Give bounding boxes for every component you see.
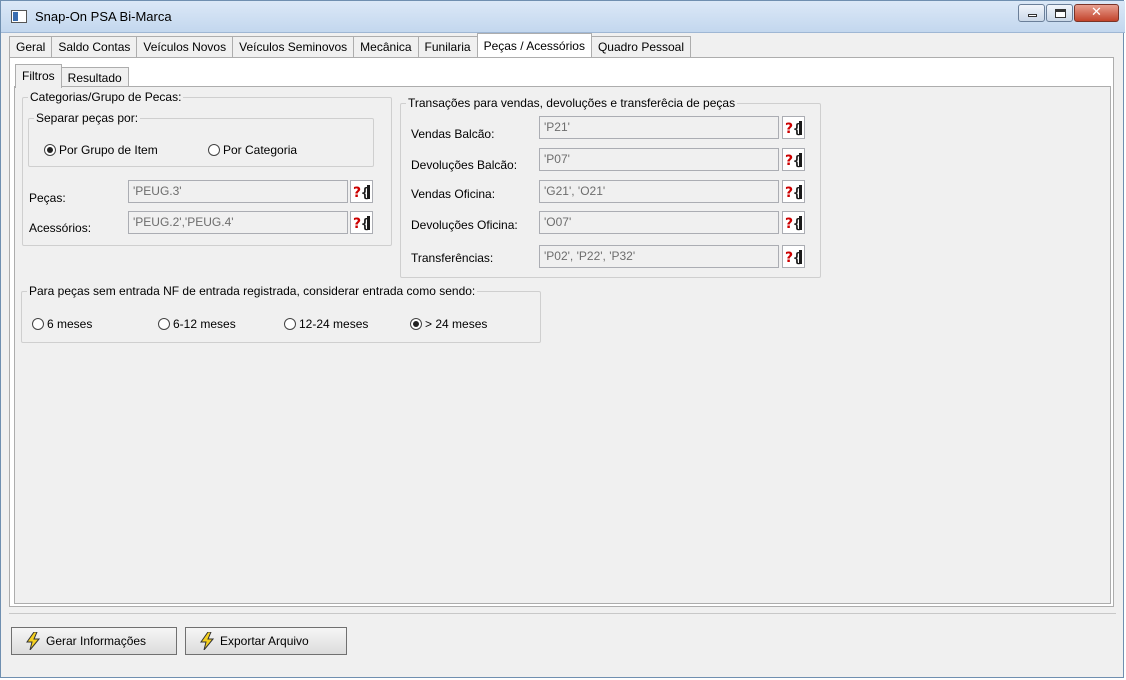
vendas-oficina-label: Vendas Oficina: bbox=[411, 187, 496, 201]
radio-indicator bbox=[284, 318, 296, 330]
radio-indicator bbox=[44, 144, 56, 156]
pecas-label: Peças: bbox=[29, 191, 66, 205]
window-title: Snap-On PSA Bi-Marca bbox=[35, 9, 172, 24]
gerar-informacoes-label: Gerar Informações bbox=[46, 634, 147, 648]
help-lookup-icon: ?{ bbox=[785, 216, 802, 232]
sub-tabs: Filtros Resultado bbox=[15, 64, 129, 88]
vendas-oficina-help-button[interactable]: ?{ bbox=[782, 180, 805, 203]
pecas-field[interactable]: 'PEUG.3' bbox=[128, 180, 348, 203]
tab-funilaria[interactable]: Funilaria bbox=[417, 36, 478, 57]
categorias-legend: Categorias/Grupo de Pecas: bbox=[30, 90, 182, 104]
svg-text:?: ? bbox=[785, 216, 793, 232]
radio-12-24-meses[interactable]: 12-24 meses bbox=[284, 317, 368, 331]
pecas-help-button[interactable]: ?{ bbox=[350, 180, 373, 203]
entrada-nf-legend: Para peças sem entrada NF de entrada reg… bbox=[29, 284, 476, 298]
svg-text:?: ? bbox=[785, 121, 793, 137]
action-bar: Gerar Informações Exportar Arquivo bbox=[9, 613, 1116, 674]
radio-label: 12-24 meses bbox=[299, 317, 369, 331]
filtros-panel: Categorias/Grupo de Pecas: Separar peças… bbox=[14, 86, 1111, 604]
minimize-icon bbox=[1028, 14, 1037, 17]
radio-label: 6 meses bbox=[47, 317, 93, 331]
tab-pecas-acessorios[interactable]: Peças / Acessórios bbox=[476, 33, 592, 57]
acessorios-field[interactable]: 'PEUG.2','PEUG.4' bbox=[128, 211, 348, 234]
devolucoes-balcao-help-button[interactable]: ?{ bbox=[782, 148, 805, 171]
main-tabs: Geral Saldo Contas Veículos Novos Veícul… bbox=[9, 33, 692, 58]
acessorios-help-button[interactable]: ?{ bbox=[350, 211, 373, 234]
maximize-button[interactable] bbox=[1046, 4, 1073, 22]
radio-6-meses[interactable]: 6 meses bbox=[32, 317, 92, 331]
help-lookup-icon: ?{ bbox=[353, 216, 370, 232]
help-lookup-icon: ?{ bbox=[785, 250, 802, 266]
vendas-oficina-field[interactable]: 'G21', 'O21' bbox=[539, 180, 779, 203]
entrada-nf-group: Para peças sem entrada NF de entrada reg… bbox=[21, 284, 541, 343]
exportar-arquivo-button[interactable]: Exportar Arquivo bbox=[185, 627, 347, 655]
transferencias-field[interactable]: 'P02', 'P22', 'P32' bbox=[539, 245, 779, 268]
devolucoes-balcao-label: Devoluções Balcão: bbox=[411, 158, 518, 172]
devolucoes-oficina-field[interactable]: 'O07' bbox=[539, 211, 779, 234]
tab-geral[interactable]: Geral bbox=[9, 36, 53, 57]
lightning-icon bbox=[200, 632, 214, 650]
separar-group: Separar peças por: bbox=[28, 111, 374, 167]
tab-saldo-contas[interactable]: Saldo Contas bbox=[51, 36, 138, 57]
app-window: Snap-On PSA Bi-Marca ✕ Geral Saldo Conta… bbox=[0, 0, 1125, 678]
radio-indicator bbox=[158, 318, 170, 330]
title-bar: Snap-On PSA Bi-Marca ✕ bbox=[1, 1, 1125, 33]
tab-veiculos-novos[interactable]: Veículos Novos bbox=[136, 36, 234, 57]
vendas-balcao-label: Vendas Balcão: bbox=[411, 127, 495, 141]
vendas-balcao-help-button[interactable]: ?{ bbox=[782, 116, 805, 139]
close-button[interactable]: ✕ bbox=[1074, 4, 1119, 22]
tab-mecanica[interactable]: Mecânica bbox=[353, 36, 419, 57]
tab-quadro-pessoal[interactable]: Quadro Pessoal bbox=[590, 36, 692, 57]
svg-text:?: ? bbox=[785, 250, 793, 266]
svg-text:?: ? bbox=[785, 153, 793, 169]
help-lookup-icon: ?{ bbox=[353, 185, 370, 201]
radio-mais-24-meses[interactable]: > 24 meses bbox=[410, 317, 487, 331]
radio-indicator bbox=[32, 318, 44, 330]
gerar-informacoes-button[interactable]: Gerar Informações bbox=[11, 627, 177, 655]
exportar-arquivo-label: Exportar Arquivo bbox=[220, 634, 309, 648]
minimize-button[interactable] bbox=[1018, 4, 1045, 22]
svg-text:?: ? bbox=[353, 216, 361, 232]
radio-indicator bbox=[410, 318, 422, 330]
radio-por-categoria[interactable]: Por Categoria bbox=[208, 143, 297, 157]
acessorios-label: Acessórios: bbox=[29, 221, 92, 235]
subtab-filtros[interactable]: Filtros bbox=[15, 64, 62, 88]
svg-text:?: ? bbox=[353, 185, 361, 201]
help-lookup-icon: ?{ bbox=[785, 153, 802, 169]
help-lookup-icon: ?{ bbox=[785, 185, 802, 201]
close-icon: ✕ bbox=[1091, 5, 1102, 20]
subtab-resultado[interactable]: Resultado bbox=[60, 67, 129, 88]
devolucoes-balcao-field[interactable]: 'P07' bbox=[539, 148, 779, 171]
tab-veiculos-seminovos[interactable]: Veículos Seminovos bbox=[232, 36, 355, 57]
radio-indicator bbox=[208, 144, 220, 156]
vendas-balcao-field[interactable]: 'P21' bbox=[539, 116, 779, 139]
lightning-icon bbox=[26, 632, 40, 650]
devolucoes-oficina-help-button[interactable]: ?{ bbox=[782, 211, 805, 234]
app-icon bbox=[11, 10, 27, 23]
separar-legend: Separar peças por: bbox=[36, 111, 139, 125]
help-lookup-icon: ?{ bbox=[785, 121, 802, 137]
radio-label: > 24 meses bbox=[425, 317, 488, 331]
radio-label: 6-12 meses bbox=[173, 317, 236, 331]
maximize-icon bbox=[1055, 9, 1066, 18]
transferencias-help-button[interactable]: ?{ bbox=[782, 245, 805, 268]
transferencias-label: Transferências: bbox=[411, 251, 494, 265]
radio-label: Por Categoria bbox=[223, 143, 298, 157]
devolucoes-oficina-label: Devoluções Oficina: bbox=[411, 218, 518, 232]
radio-label: Por Grupo de Item bbox=[59, 143, 158, 157]
radio-por-grupo[interactable]: Por Grupo de Item bbox=[44, 143, 158, 157]
radio-6-12-meses[interactable]: 6-12 meses bbox=[158, 317, 236, 331]
svg-text:?: ? bbox=[785, 185, 793, 201]
transacoes-legend: Transações para vendas, devoluções e tra… bbox=[408, 96, 736, 110]
window-controls: ✕ bbox=[1017, 4, 1119, 22]
